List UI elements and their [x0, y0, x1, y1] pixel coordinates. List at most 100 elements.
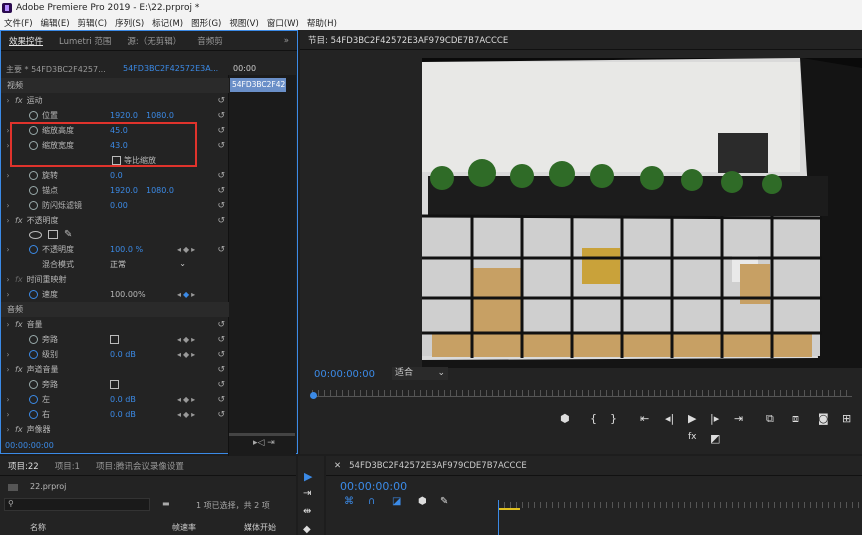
left-value[interactable]: 0.0 dB — [110, 395, 136, 404]
add-marker-icon[interactable]: ⬢ — [560, 412, 570, 425]
position-y[interactable]: 1080.0 — [146, 111, 174, 120]
track-select-tool-icon[interactable]: ⇥ — [303, 488, 311, 499]
reset-icon[interactable]: ↺ — [217, 216, 225, 226]
fx-icon[interactable]: fx — [688, 432, 697, 442]
fit-select[interactable]: 适合 ⌄ — [392, 367, 448, 380]
reset-icon[interactable]: ↺ — [217, 245, 225, 255]
go-to-out-icon[interactable]: ⇥ — [734, 412, 743, 425]
playhead[interactable] — [310, 392, 317, 399]
level-value[interactable]: 0.0 dB — [110, 350, 136, 359]
stopwatch-icon[interactable] — [29, 410, 38, 419]
menu-clip[interactable]: 剪辑(C) — [78, 17, 108, 29]
sequence-timecode[interactable]: 00:00:00:00 — [340, 480, 407, 493]
play-icon[interactable]: ▶ — [688, 412, 696, 425]
menu-window[interactable]: 窗口(W) — [267, 17, 299, 29]
bin-icon[interactable]: ▬ — [162, 499, 170, 508]
opacity-value[interactable]: 100.0 % — [110, 245, 143, 254]
time-remap-label[interactable]: 时间重映射 — [27, 274, 67, 285]
antiflicker-value[interactable]: 0.00 — [110, 201, 128, 210]
insert-icon[interactable]: ⧉ — [766, 412, 774, 426]
menu-graphics[interactable]: 图形(G) — [191, 17, 221, 29]
reset-icon[interactable]: ↺ — [217, 365, 225, 375]
button-editor-icon[interactable]: ⊞ — [842, 412, 851, 425]
stopwatch-icon[interactable] — [29, 201, 38, 210]
reset-icon[interactable]: ↺ — [217, 171, 225, 181]
column-frame-rate[interactable]: 帧速率 — [172, 522, 196, 533]
tab-source[interactable]: 源:（无剪辑） — [127, 35, 181, 47]
clip-label[interactable]: 54FD3BC2F42572E3A... — [123, 64, 218, 73]
speed-value[interactable]: 100.00% — [110, 290, 146, 299]
program-tab[interactable]: 节目: 54FD3BC2F42572E3AF979CDE7B7ACCCE — [308, 34, 508, 46]
reset-icon[interactable]: ↺ — [217, 126, 225, 136]
clip-chip[interactable]: 54FD3BC2F42 — [230, 78, 286, 92]
master-clip-label[interactable]: 主要 * 54FD3BC2F4257... — [6, 64, 106, 75]
program-scrubber[interactable] — [312, 396, 852, 397]
stopwatch-icon[interactable] — [29, 171, 38, 180]
reset-icon[interactable]: ↺ — [217, 410, 225, 420]
keyframe-nav[interactable]: ◂◆▸ — [177, 395, 197, 404]
keyframe-nav[interactable]: ◂◆▸ — [177, 410, 197, 419]
menu-edit[interactable]: 编辑(E) — [41, 17, 70, 29]
reset-icon[interactable]: ↺ — [217, 395, 225, 405]
stopwatch-icon[interactable] — [29, 335, 38, 344]
wrench-icon[interactable]: ✎ — [440, 496, 448, 507]
more-panels-icon[interactable]: » — [284, 36, 289, 46]
reset-icon[interactable]: ↺ — [217, 350, 225, 360]
sequence-tab[interactable]: 54FD3BC2F42572E3AF979CDE7B7ACCCE — [349, 461, 527, 471]
vr-icon[interactable]: ◩ — [710, 432, 720, 445]
motion-label[interactable]: 运动 — [27, 95, 43, 106]
ellipse-mask-icon[interactable] — [29, 230, 42, 239]
overwrite-icon[interactable]: ⧈ — [792, 412, 799, 426]
menu-view[interactable]: 视图(V) — [229, 17, 258, 29]
stopwatch-icon[interactable] — [29, 350, 38, 359]
reset-icon[interactable]: ↺ — [217, 335, 225, 345]
position-x[interactable]: 1920.0 — [110, 111, 146, 120]
camera-icon[interactable]: ◙ — [818, 412, 829, 425]
tab-project-tencent[interactable]: 项目:腾讯会议录像设置 — [96, 460, 184, 472]
nest-icon[interactable]: ⌘ — [344, 496, 354, 507]
tab-audio-clip-mixer[interactable]: 音频剪 — [197, 35, 223, 47]
anchor-y[interactable]: 1080.0 — [146, 186, 174, 195]
stopwatch-icon[interactable] — [29, 111, 38, 120]
pen-mask-icon[interactable]: ✎ — [64, 229, 72, 240]
razor-tool-icon[interactable]: ◆ — [303, 524, 311, 535]
stopwatch-icon[interactable] — [29, 380, 38, 389]
column-media-start[interactable]: 媒体开始 — [244, 522, 276, 533]
close-icon[interactable]: ✕ — [334, 461, 341, 471]
tab-lumetri-scopes[interactable]: Lumetri 范围 — [59, 35, 111, 47]
rotation-value[interactable]: 0.0 — [110, 171, 123, 180]
column-name[interactable]: 名称 — [30, 522, 46, 533]
keyframe-nav[interactable]: ◂◆▸ — [177, 350, 197, 359]
reset-icon[interactable]: ↺ — [217, 111, 225, 121]
right-value[interactable]: 0.0 dB — [110, 410, 136, 419]
keyframe-nav[interactable]: ◂◆▸ — [177, 290, 197, 299]
keyframe-nav[interactable]: ◂◆▸ — [177, 335, 197, 344]
rectangle-mask-icon[interactable] — [48, 230, 58, 239]
volume-label[interactable]: 音量 — [27, 319, 43, 330]
program-timecode[interactable]: 00:00:00:00 — [314, 369, 375, 380]
stopwatch-icon[interactable] — [29, 290, 38, 299]
mini-zoom-bar[interactable] — [229, 433, 295, 436]
bypass-checkbox[interactable] — [110, 335, 119, 344]
add-marker-icon[interactable]: ⬢ — [418, 496, 427, 507]
search-input[interactable]: ⚲ — [4, 498, 150, 511]
keyframe-nav[interactable]: ◂◆▸ — [177, 245, 197, 254]
project-file-name[interactable]: 22.prproj — [30, 482, 66, 491]
tab-project-1[interactable]: 项目:1 — [55, 460, 80, 472]
linked-selection-icon[interactable]: ◪ — [392, 496, 401, 507]
step-forward-icon[interactable]: |▸ — [710, 412, 719, 425]
step-back-icon[interactable]: ◂| — [665, 412, 674, 425]
anchor-x[interactable]: 1920.0 — [110, 186, 146, 195]
tab-effect-controls[interactable]: 效果控件 — [9, 35, 43, 47]
menu-sequence[interactable]: 序列(S) — [115, 17, 144, 29]
mark-out-icon[interactable]: } — [610, 412, 617, 425]
ripple-edit-tool-icon[interactable]: ⇹ — [303, 506, 311, 517]
opacity-section-label[interactable]: 不透明度 — [27, 215, 59, 226]
menu-file[interactable]: 文件(F) — [4, 17, 33, 29]
work-area-bar[interactable] — [498, 508, 520, 510]
stopwatch-icon[interactable] — [29, 395, 38, 404]
stopwatch-icon[interactable] — [29, 186, 38, 195]
reset-icon[interactable]: ↺ — [217, 201, 225, 211]
go-to-in-icon[interactable]: ⇤ — [640, 412, 649, 425]
reset-icon[interactable]: ↺ — [217, 141, 225, 151]
